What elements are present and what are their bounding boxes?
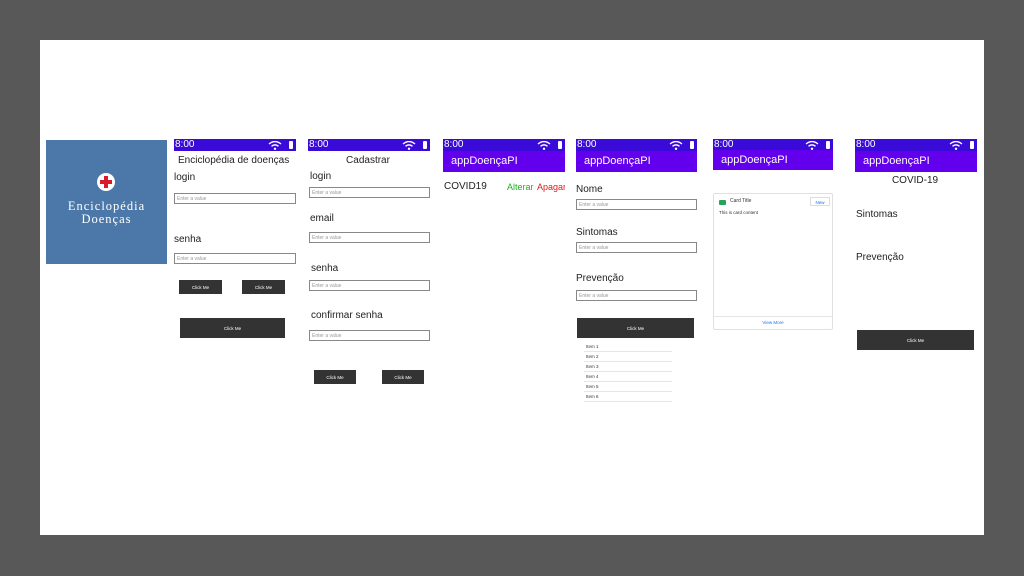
- sintomas-label: Sintomas: [576, 227, 618, 238]
- status-bar: 8:00: [308, 139, 430, 151]
- status-bar: 8:00: [855, 139, 977, 151]
- status-time: 8:00: [444, 139, 464, 150]
- alter-link[interactable]: Alterar: [507, 182, 534, 192]
- login-label: login: [310, 171, 332, 182]
- wifi-icon: [402, 141, 416, 150]
- delete-link[interactable]: Apagar: [537, 182, 565, 192]
- app-bar-title: appDoençaPI: [443, 151, 565, 172]
- app-bar-title: appDoençaPI: [855, 151, 977, 172]
- status-time: 8:00: [309, 139, 329, 150]
- app-bar-title: appDoençaPI: [713, 150, 833, 170]
- list-item[interactable]: Item 2: [584, 352, 672, 362]
- disease-title: COVID-19: [891, 175, 939, 186]
- submit-button[interactable]: Click Me: [180, 318, 285, 338]
- list-item[interactable]: Item 3: [584, 362, 672, 372]
- sintomas-input[interactable]: Enter a value: [576, 242, 697, 253]
- sintomas-heading: Sintomas: [856, 209, 898, 220]
- card-divider: [714, 316, 832, 317]
- confirm-senha-label: confirmar senha: [311, 310, 383, 321]
- status-time: 8:00: [577, 139, 597, 150]
- battery-icon: [558, 141, 562, 149]
- list-item[interactable]: Item 1: [584, 342, 672, 352]
- nome-input[interactable]: Enter a value: [576, 199, 697, 210]
- card-new-button[interactable]: New: [810, 197, 830, 206]
- senha-input[interactable]: Enter a value: [174, 253, 296, 264]
- action-button[interactable]: Click Me: [857, 330, 974, 350]
- login-label: login: [174, 172, 196, 183]
- medical-cross-icon: [97, 173, 115, 191]
- page-title: Enciclopédia de doenças: [178, 155, 290, 166]
- save-button[interactable]: Click Me: [314, 370, 356, 384]
- battery-icon: [423, 141, 427, 149]
- screen-register: 8:00 Cadastrar login Enter a value email…: [308, 139, 430, 409]
- email-input[interactable]: Enter a value: [309, 232, 430, 243]
- register-button[interactable]: Click Me: [242, 280, 285, 294]
- status-time: 8:00: [175, 139, 195, 150]
- senha-input[interactable]: Enter a value: [309, 280, 430, 291]
- list-item[interactable]: Item 4: [584, 372, 672, 382]
- confirm-senha-input[interactable]: Enter a value: [309, 330, 430, 341]
- list-item[interactable]: Item 6: [584, 392, 672, 402]
- screen-card: 8:00 appDoençaPI Card Title New This is …: [713, 139, 833, 409]
- senha-label: senha: [311, 263, 339, 274]
- app-bar-title: appDoençaPI: [576, 151, 697, 172]
- wifi-icon: [949, 141, 963, 150]
- save-button[interactable]: Click Me: [577, 318, 694, 338]
- battery-icon: [970, 141, 974, 149]
- battery-icon: [690, 141, 694, 149]
- status-bar: 8:00: [443, 139, 565, 151]
- wifi-icon: [268, 141, 282, 150]
- page-title: Cadastrar: [346, 155, 390, 166]
- login-input[interactable]: Enter a value: [174, 193, 296, 204]
- prevencao-input[interactable]: Enter a value: [576, 290, 697, 301]
- screen-disease-list: 8:00 appDoençaPI COVID19 Alterar Apagar: [443, 139, 565, 409]
- card-content: This is card content: [719, 210, 759, 215]
- status-bar: 8:00: [576, 139, 697, 151]
- screen-login: 8:00 Enciclopédia de doenças login Enter…: [174, 139, 296, 409]
- battery-icon: [826, 141, 830, 149]
- battery-icon: [289, 141, 293, 149]
- screen-disease-detail: 8:00 appDoençaPI COVID-19 Sintomas Preve…: [855, 139, 977, 409]
- email-label: email: [310, 213, 334, 224]
- login-input[interactable]: Enter a value: [309, 187, 430, 198]
- logo-title: Enciclopédia Doenças: [67, 199, 146, 226]
- wifi-icon: [805, 141, 819, 150]
- card-title: Card Title: [730, 198, 752, 204]
- view-more-link[interactable]: View More: [714, 320, 832, 325]
- list-item[interactable]: Item 5: [584, 382, 672, 392]
- prevencao-heading: Prevenção: [856, 252, 904, 263]
- app-logo: Enciclopédia Doenças: [46, 140, 167, 264]
- wifi-icon: [537, 141, 551, 150]
- status-bar: 8:00: [174, 139, 296, 151]
- content-card: Card Title New This is card content View…: [713, 193, 833, 330]
- presentation-slide: Enciclopédia Doenças 8:00 Enciclopédia d…: [40, 40, 984, 535]
- login-button[interactable]: Click Me: [179, 280, 222, 294]
- disease-item[interactable]: COVID19: [444, 181, 487, 192]
- prevencao-label: Prevenção: [576, 273, 624, 284]
- card-image-icon: [719, 200, 726, 205]
- cancel-button[interactable]: Click Me: [382, 370, 424, 384]
- nome-label: Nome: [576, 184, 603, 195]
- senha-label: senha: [174, 234, 202, 245]
- screen-disease-form: 8:00 appDoençaPI Nome Enter a value Sint…: [576, 139, 697, 409]
- status-time: 8:00: [856, 139, 876, 150]
- wifi-icon: [669, 141, 683, 150]
